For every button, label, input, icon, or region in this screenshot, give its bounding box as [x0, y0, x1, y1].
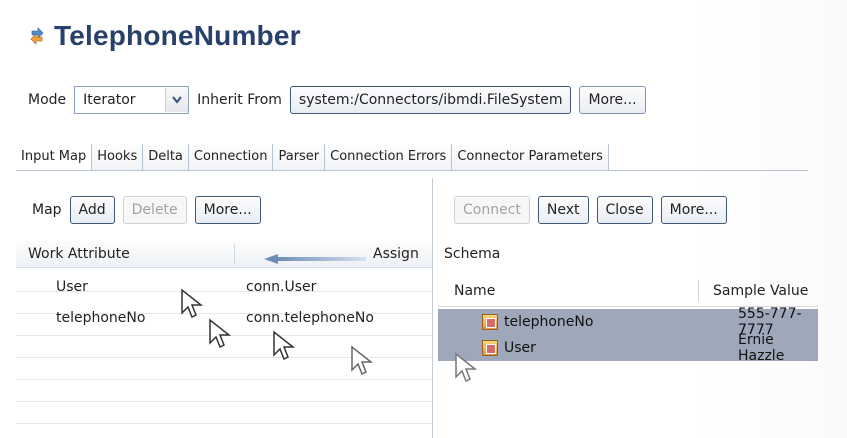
- assign-cell: conn.telephoneNo: [246, 310, 374, 326]
- map-more-button[interactable]: More...: [194, 196, 261, 224]
- grid-line: [16, 402, 432, 424]
- mouse-cursor-icon: [272, 330, 296, 362]
- mouse-cursor-icon: [180, 288, 204, 320]
- schema-table-header: Name Sample Value: [438, 276, 818, 307]
- tab-connector-parameters[interactable]: Connector Parameters: [452, 144, 609, 170]
- attribute-icon: [482, 340, 498, 356]
- close-button[interactable]: Close: [596, 196, 653, 224]
- connector-tabs: Input Map Hooks Delta Connection Parser …: [16, 144, 808, 171]
- map-toolbar: Map Add Delete More...: [32, 196, 261, 224]
- table-row[interactable]: User Ernie Hazzle: [438, 332, 818, 364]
- mode-toolbar: Mode Iterator Inherit From system:/Conne…: [28, 86, 646, 114]
- mode-label: Mode: [28, 92, 67, 108]
- grid-line: [16, 380, 432, 402]
- map-label: Map: [32, 202, 62, 218]
- chevron-down-icon[interactable]: [165, 88, 189, 112]
- tab-connection-errors[interactable]: Connection Errors: [325, 144, 453, 170]
- name-column-header[interactable]: Name: [438, 283, 698, 299]
- assign-cell: conn.User: [246, 279, 317, 295]
- arrow-left-icon: [264, 254, 366, 264]
- delete-button[interactable]: Delete: [122, 196, 187, 224]
- inherit-from-label: Inherit From: [197, 92, 282, 108]
- tab-parser[interactable]: Parser: [273, 144, 326, 170]
- tab-delta[interactable]: Delta: [143, 144, 189, 170]
- mode-select[interactable]: Iterator: [74, 86, 190, 114]
- input-map-panel: Map Add Delete More... Work Attribute As…: [16, 178, 433, 438]
- application-window: TelephoneNumber Mode Iterator Inherit Fr…: [0, 0, 847, 438]
- arrow-shaft: [278, 257, 366, 261]
- schema-header: Schema: [432, 241, 822, 267]
- schema-more-button[interactable]: More...: [660, 196, 727, 224]
- inherit-from-button[interactable]: system:/Connectors/ibmdi.FileSystem: [289, 86, 572, 114]
- schema-name: User: [504, 340, 536, 356]
- sample-value-cell: Ernie Hazzle: [738, 332, 785, 364]
- assign-column-header[interactable]: Assign: [373, 246, 419, 262]
- title-text: TelephoneNumber: [54, 20, 301, 51]
- schema-toolbar: Connect Next Close More...: [454, 196, 727, 224]
- work-attribute-column-header[interactable]: Work Attribute: [16, 246, 234, 262]
- tab-input-map[interactable]: Input Map: [16, 144, 93, 170]
- next-button[interactable]: Next: [537, 196, 589, 224]
- schema-panel: Connect Next Close More... Schema Name S…: [432, 178, 822, 438]
- inherit-more-button[interactable]: More...: [579, 86, 646, 114]
- map-table-header: Work Attribute Assign: [16, 241, 432, 268]
- schema-name-cell: User: [438, 340, 734, 356]
- attribute-icon: [482, 314, 498, 330]
- schema-table: Name Sample Value telephoneNo 555-777-77…: [438, 276, 818, 398]
- connect-button[interactable]: Connect: [454, 196, 530, 224]
- tab-hooks[interactable]: Hooks: [92, 144, 144, 170]
- sample-value-column-header[interactable]: Sample Value: [699, 283, 808, 299]
- tab-connection[interactable]: Connection: [188, 144, 274, 170]
- mouse-cursor-icon: [208, 318, 232, 350]
- connector-icon: [28, 27, 46, 45]
- mouse-cursor-icon: [350, 345, 374, 377]
- schema-name: telephoneNo: [504, 314, 594, 330]
- arrow-head: [264, 254, 278, 264]
- mode-value: Iterator: [83, 92, 136, 108]
- column-divider: [234, 244, 235, 264]
- work-attribute-cell: User: [56, 279, 88, 295]
- schema-name-cell: telephoneNo: [438, 314, 734, 330]
- page-title: TelephoneNumber: [28, 20, 301, 52]
- schema-label: Schema: [444, 246, 501, 262]
- add-button[interactable]: Add: [69, 196, 115, 224]
- mouse-cursor-icon: [454, 352, 478, 384]
